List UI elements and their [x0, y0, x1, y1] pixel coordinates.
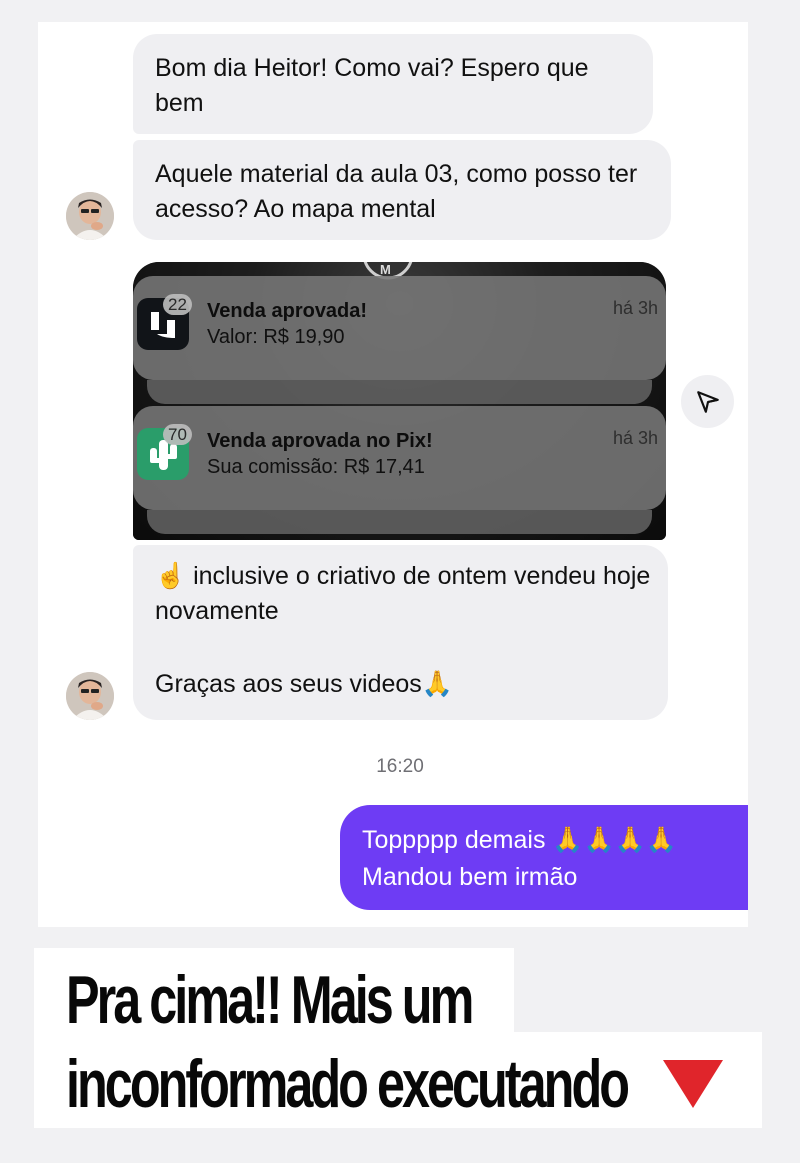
- notification-badge-count: 22: [163, 294, 192, 315]
- svg-text:M: M: [380, 262, 391, 277]
- notification-card[interactable]: 70 Venda aprovada no Pix! Sua comissão: …: [133, 406, 666, 510]
- notification-title: Venda aprovada no Pix!: [207, 430, 433, 452]
- notification-time: há 3h: [612, 428, 658, 448]
- notification-time: há 3h: [612, 298, 658, 318]
- caption-line: inconformado executando: [66, 1046, 630, 1122]
- notification-title: Venda aprovada!: [207, 300, 368, 322]
- notification-badge-count: 70: [163, 424, 192, 445]
- shared-image[interactable]: M 22 Venda aprovada! Valor: R$ 19,90 há …: [133, 262, 666, 540]
- red-triangle-down-icon: [663, 1060, 723, 1108]
- caption-text: Pra cima!! Mais um inconformado executan…: [66, 958, 630, 1126]
- message-text: ☝️ inclusive o criativo de ontem vendeu …: [155, 562, 651, 625]
- send-icon: [696, 390, 719, 413]
- message-text: Aquele material da aula 03, como posso t…: [155, 160, 638, 223]
- message-bubble-incoming[interactable]: Aquele material da aula 03, como posso t…: [133, 140, 671, 240]
- message-bubble-outgoing[interactable]: Toppppp demais 🙏🙏🙏🙏 Mandou bem irmão: [340, 805, 748, 910]
- message-text: Mandou bem irmão: [362, 863, 578, 891]
- notification-stack-shadow: [147, 380, 652, 404]
- message-bubble-incoming[interactable]: ☝️ inclusive o criativo de ontem vendeu …: [133, 545, 668, 720]
- share-button[interactable]: [681, 375, 734, 428]
- caption-line: Pra cima!! Mais um: [66, 962, 474, 1038]
- notification-stack-shadow: [147, 510, 652, 534]
- message-text: Bom dia Heitor! Como vai? Espero que bem: [155, 54, 589, 117]
- notification-card[interactable]: 22 Venda aprovada! Valor: R$ 19,90 há 3h: [133, 276, 666, 380]
- avatar[interactable]: [66, 192, 114, 240]
- avatar[interactable]: [66, 672, 114, 720]
- message-timestamp: 16:20: [376, 756, 424, 777]
- notification-body: Sua comissão: R$ 17,41: [207, 456, 425, 478]
- message-text: Toppppp demais 🙏🙏🙏🙏: [362, 826, 677, 854]
- message-bubble-incoming[interactable]: Bom dia Heitor! Como vai? Espero que bem: [133, 34, 653, 134]
- message-text: Graças aos seus videos🙏: [155, 670, 453, 698]
- notification-body: Valor: R$ 19,90: [207, 326, 345, 348]
